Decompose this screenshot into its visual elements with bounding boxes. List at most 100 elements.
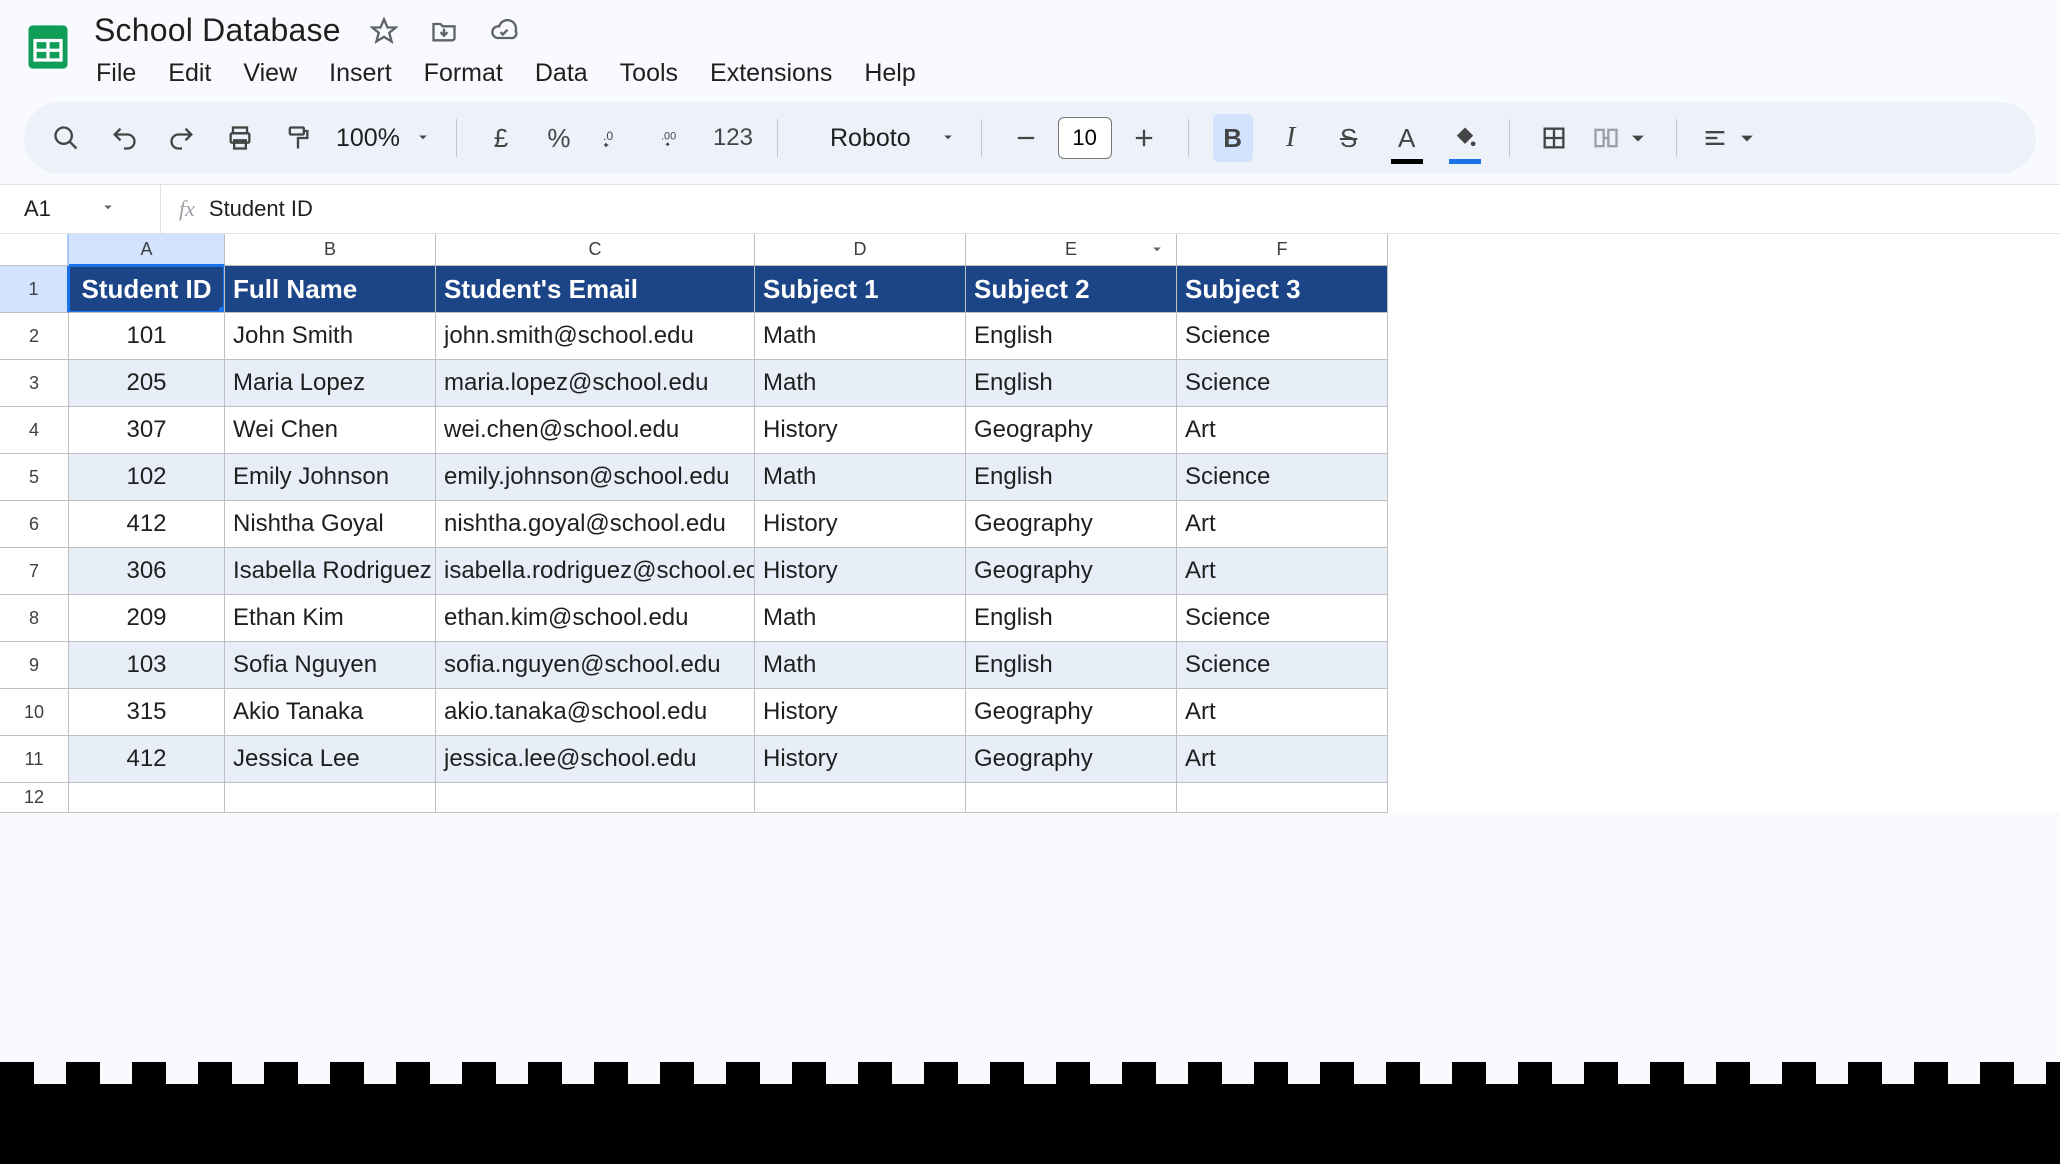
- menu-file[interactable]: File: [94, 55, 138, 92]
- cell[interactable]: jessica.lee@school.edu: [436, 736, 755, 783]
- cell[interactable]: Geography: [966, 548, 1177, 595]
- merge-cells-button[interactable]: [1592, 114, 1652, 162]
- fill-color-button[interactable]: [1445, 114, 1485, 162]
- cell[interactable]: Wei Chen: [225, 407, 436, 454]
- cell[interactable]: [436, 783, 755, 813]
- font-size-input[interactable]: 10: [1058, 117, 1112, 159]
- cell[interactable]: [1177, 783, 1388, 813]
- cell[interactable]: Ethan Kim: [225, 595, 436, 642]
- bold-button[interactable]: B: [1213, 114, 1253, 162]
- cell[interactable]: John Smith: [225, 313, 436, 360]
- menu-insert[interactable]: Insert: [327, 55, 394, 92]
- cell[interactable]: Science: [1177, 454, 1388, 501]
- cell[interactable]: History: [755, 501, 966, 548]
- cell[interactable]: English: [966, 360, 1177, 407]
- cell[interactable]: nishtha.goyal@school.edu: [436, 501, 755, 548]
- column-dropdown-icon[interactable]: [1148, 240, 1166, 263]
- cell[interactable]: History: [755, 548, 966, 595]
- text-color-button[interactable]: A: [1387, 114, 1427, 162]
- cell[interactable]: Math: [755, 642, 966, 689]
- cell[interactable]: Science: [1177, 313, 1388, 360]
- cell[interactable]: Science: [1177, 360, 1388, 407]
- row-header[interactable]: 9: [0, 642, 69, 689]
- menu-view[interactable]: View: [241, 55, 299, 92]
- row-header[interactable]: 2: [0, 313, 69, 360]
- cell[interactable]: emily.johnson@school.edu: [436, 454, 755, 501]
- row-header[interactable]: 12: [0, 783, 69, 813]
- cell[interactable]: Math: [755, 454, 966, 501]
- increase-decimal-icon[interactable]: .00: [655, 114, 695, 162]
- cell[interactable]: Math: [755, 360, 966, 407]
- cell[interactable]: English: [966, 313, 1177, 360]
- decrease-font-size-button[interactable]: [1006, 114, 1046, 162]
- row-header[interactable]: 5: [0, 454, 69, 501]
- cell[interactable]: [755, 783, 966, 813]
- cell[interactable]: Student's Email: [436, 266, 755, 313]
- row-header[interactable]: 4: [0, 407, 69, 454]
- column-header-a[interactable]: A: [69, 234, 225, 266]
- column-header-e[interactable]: E: [966, 234, 1177, 266]
- cell[interactable]: Subject 3: [1177, 266, 1388, 313]
- cell[interactable]: isabella.rodriguez@school.edu: [436, 548, 755, 595]
- column-header-d[interactable]: D: [755, 234, 966, 266]
- cell[interactable]: Full Name: [225, 266, 436, 313]
- cell[interactable]: Akio Tanaka: [225, 689, 436, 736]
- row-header[interactable]: 7: [0, 548, 69, 595]
- cell[interactable]: Science: [1177, 642, 1388, 689]
- cell[interactable]: [225, 783, 436, 813]
- star-icon[interactable]: [367, 14, 401, 48]
- cell[interactable]: Emily Johnson: [225, 454, 436, 501]
- cell[interactable]: 307: [69, 407, 225, 454]
- cell[interactable]: Math: [755, 595, 966, 642]
- cell[interactable]: 412: [69, 736, 225, 783]
- search-icon[interactable]: [46, 114, 86, 162]
- column-header-f[interactable]: F: [1177, 234, 1388, 266]
- borders-button[interactable]: [1534, 114, 1574, 162]
- menu-edit[interactable]: Edit: [166, 55, 213, 92]
- cell[interactable]: [966, 783, 1177, 813]
- strikethrough-button[interactable]: S: [1329, 114, 1369, 162]
- horizontal-align-button[interactable]: [1701, 114, 1761, 162]
- cell[interactable]: Art: [1177, 548, 1388, 595]
- undo-icon[interactable]: [104, 114, 144, 162]
- row-header[interactable]: 1: [0, 266, 69, 313]
- cell[interactable]: Art: [1177, 501, 1388, 548]
- cell[interactable]: Geography: [966, 689, 1177, 736]
- cell[interactable]: English: [966, 595, 1177, 642]
- menu-data[interactable]: Data: [533, 55, 590, 92]
- cell[interactable]: Science: [1177, 595, 1388, 642]
- row-header[interactable]: 8: [0, 595, 69, 642]
- cell[interactable]: Maria Lopez: [225, 360, 436, 407]
- increase-font-size-button[interactable]: [1124, 114, 1164, 162]
- cell[interactable]: Jessica Lee: [225, 736, 436, 783]
- cell[interactable]: Subject 2: [966, 266, 1177, 313]
- cell[interactable]: English: [966, 454, 1177, 501]
- spreadsheet-grid[interactable]: A B C D E F 1Student IDFull NameStudent'…: [0, 234, 2060, 813]
- cell[interactable]: Isabella Rodriguez: [225, 548, 436, 595]
- cell[interactable]: Geography: [966, 736, 1177, 783]
- cell[interactable]: Art: [1177, 736, 1388, 783]
- menu-extensions[interactable]: Extensions: [708, 55, 834, 92]
- cell[interactable]: Sofia Nguyen: [225, 642, 436, 689]
- row-header[interactable]: 11: [0, 736, 69, 783]
- row-header[interactable]: 10: [0, 689, 69, 736]
- decrease-decimal-icon[interactable]: .0: [597, 114, 637, 162]
- cell[interactable]: john.smith@school.edu: [436, 313, 755, 360]
- menu-tools[interactable]: Tools: [618, 55, 680, 92]
- cell[interactable]: sofia.nguyen@school.edu: [436, 642, 755, 689]
- cell[interactable]: 102: [69, 454, 225, 501]
- row-header[interactable]: 3: [0, 360, 69, 407]
- cell[interactable]: History: [755, 736, 966, 783]
- cell[interactable]: 103: [69, 642, 225, 689]
- cell[interactable]: Nishtha Goyal: [225, 501, 436, 548]
- cell[interactable]: 205: [69, 360, 225, 407]
- row-header[interactable]: 6: [0, 501, 69, 548]
- select-all-corner[interactable]: [0, 234, 69, 266]
- cloud-status-icon[interactable]: [487, 14, 521, 48]
- cell[interactable]: Geography: [966, 501, 1177, 548]
- cell[interactable]: wei.chen@school.edu: [436, 407, 755, 454]
- menu-help[interactable]: Help: [862, 55, 917, 92]
- cell[interactable]: 412: [69, 501, 225, 548]
- cell[interactable]: History: [755, 689, 966, 736]
- name-box[interactable]: A1: [0, 196, 160, 222]
